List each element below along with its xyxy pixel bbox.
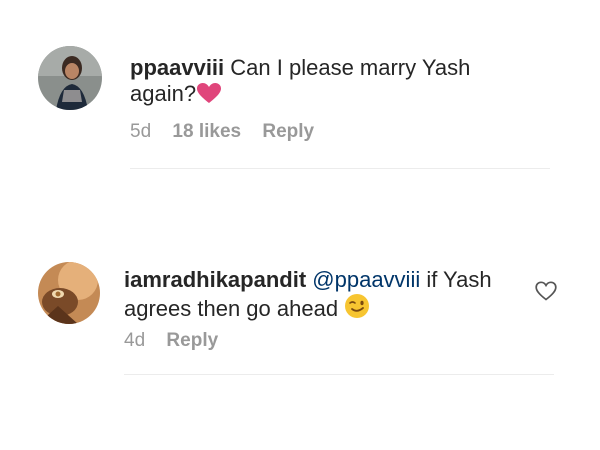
reply-button[interactable]: Reply [166, 330, 218, 351]
comment-meta: 4d Reply [124, 330, 234, 352]
winking-face-icon [344, 293, 370, 325]
username[interactable]: iamradhikapandit [124, 267, 306, 292]
pink-heart-icon [196, 82, 222, 110]
mention-link[interactable]: @ppaavviii [312, 267, 420, 292]
avatar-image [38, 262, 100, 324]
comment-text-line2: again? [130, 81, 197, 106]
comment-time: 4d [124, 330, 146, 351]
comment-text: iamradhikapandit @ppaavviii if Yash agre… [124, 267, 524, 325]
comment-text: ppaavviii Can I please marry Yash again? [130, 55, 550, 110]
likes-count[interactable]: 18 likes [172, 121, 241, 142]
reply-button[interactable]: Reply [262, 121, 314, 142]
avatar[interactable] [38, 262, 100, 324]
comment-text-line1: Can I please marry Yash [230, 55, 471, 80]
avatar[interactable] [38, 46, 102, 110]
username[interactable]: ppaavviii [130, 55, 224, 80]
comment-text-line2: agrees then go ahead [124, 296, 339, 321]
comment-time: 5d [130, 121, 152, 142]
divider [124, 374, 554, 375]
divider [130, 168, 550, 169]
comment-text-line1: if Yash [426, 267, 492, 292]
comment-meta: 5d 18 likes Reply [130, 121, 330, 143]
like-heart-icon[interactable] [535, 281, 557, 306]
avatar-image [38, 46, 102, 110]
